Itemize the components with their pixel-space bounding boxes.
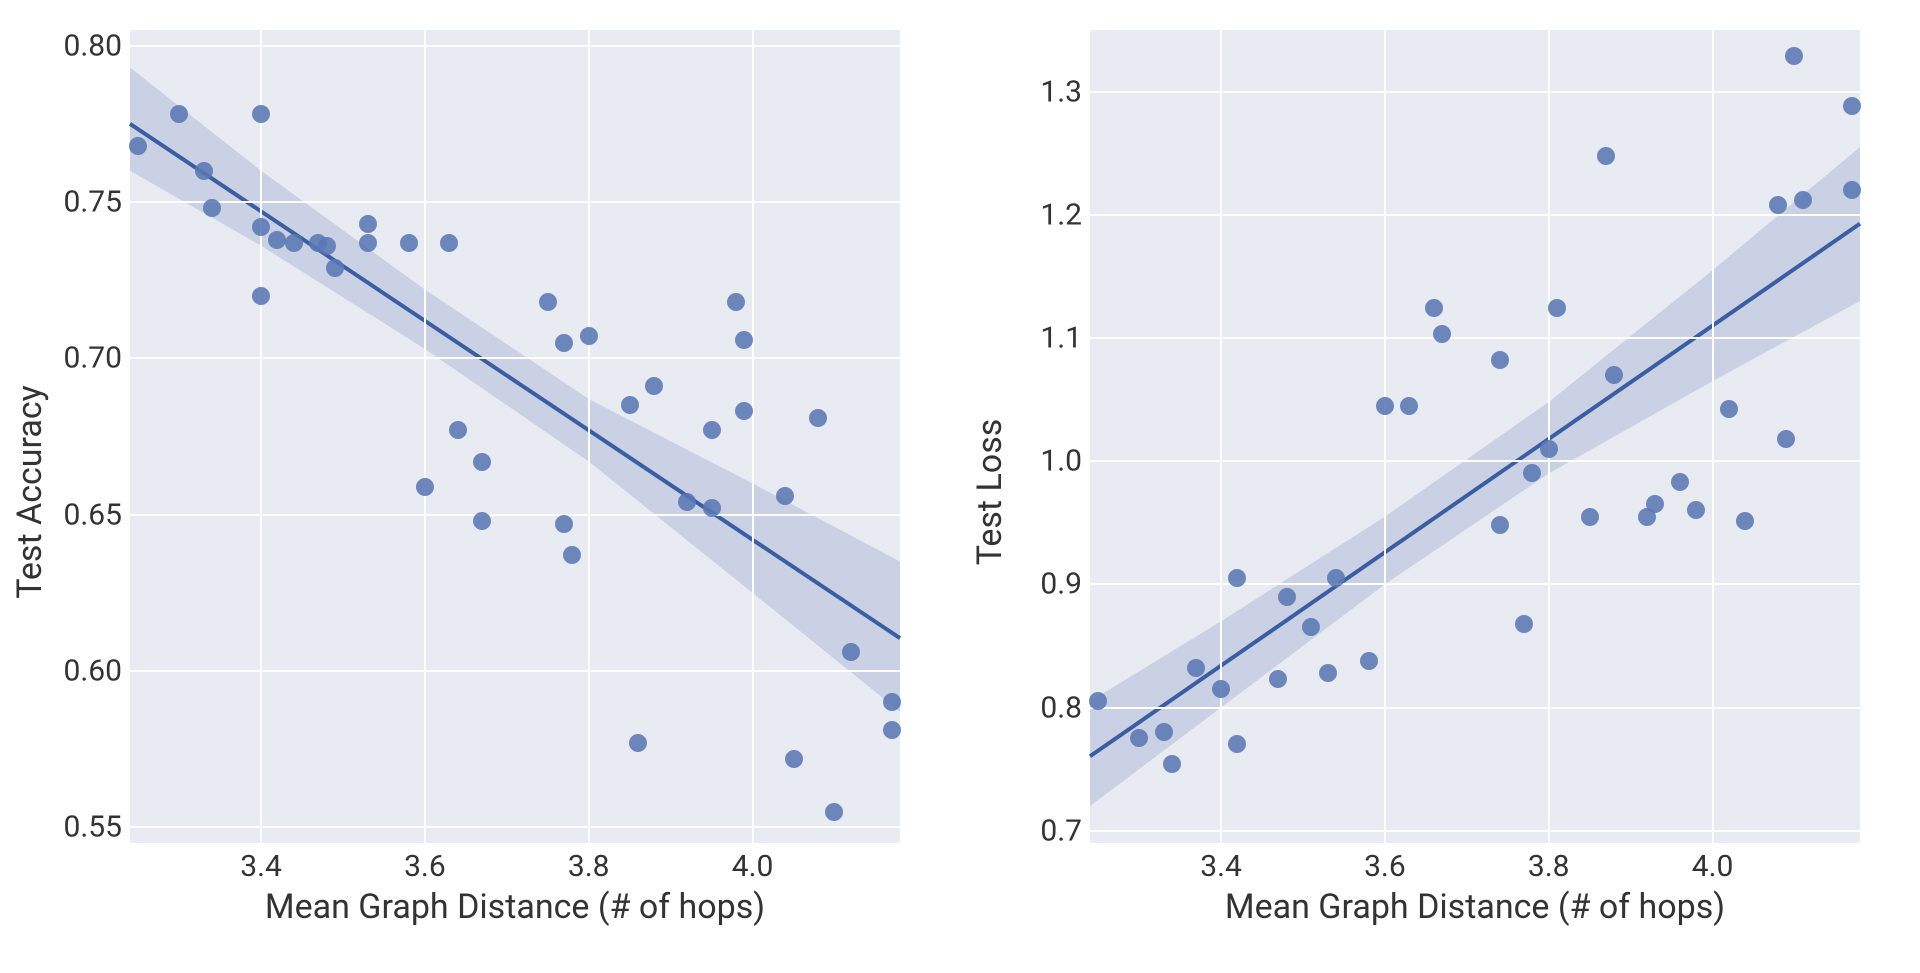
data-point xyxy=(359,215,377,233)
y-tick-label: 0.80 xyxy=(64,28,123,63)
data-point xyxy=(359,234,377,252)
data-point xyxy=(449,421,467,439)
data-point xyxy=(555,334,573,352)
data-point xyxy=(1491,351,1509,369)
plot-row-right: 0.70.80.91.01.11.21.3 xyxy=(980,30,1900,843)
y-tick-label: 0.65 xyxy=(64,497,123,532)
data-point xyxy=(1597,147,1615,165)
data-point xyxy=(1278,588,1296,606)
y-tick-label: 1.1 xyxy=(1040,320,1082,355)
data-point xyxy=(1515,615,1533,633)
data-point xyxy=(1360,652,1378,670)
y-tick-label: 1.3 xyxy=(1040,74,1082,109)
data-point xyxy=(1671,473,1689,491)
data-point xyxy=(252,287,270,305)
data-point xyxy=(883,693,901,711)
x-axis-left: 3.4 3.6 3.8 4.0 Mean Graph Distance (# of h… xyxy=(20,843,940,953)
data-point xyxy=(703,421,721,439)
right-panel: Test Loss 0.70.80.91.01.11.21.3 3.43.63.… xyxy=(980,30,1900,953)
y-tick-label: 0.60 xyxy=(64,654,123,689)
data-point xyxy=(1327,569,1345,587)
data-point xyxy=(285,234,303,252)
regression-overlay-left xyxy=(130,30,900,843)
data-point xyxy=(703,499,721,517)
left-panel: Test Accuracy 0.550.600.650.700.750.80 3… xyxy=(20,30,940,953)
data-point xyxy=(326,259,344,277)
plot-area-left xyxy=(130,30,900,843)
data-point xyxy=(735,331,753,349)
data-point xyxy=(416,478,434,496)
data-point xyxy=(1794,191,1812,209)
data-point xyxy=(629,734,647,752)
x-ticks-left: 3.4 3.6 3.8 4.0 xyxy=(130,843,900,887)
data-point xyxy=(785,750,803,768)
y-tick-label: 0.70 xyxy=(64,341,123,376)
x-axis-right: 3.4 3.6 3.8 4.0 Mean Graph Distance (# of h… xyxy=(980,843,1900,953)
x-tick-label: 3.4 xyxy=(1200,849,1242,884)
figure: Test Accuracy 0.550.600.650.700.750.80 3… xyxy=(0,0,1920,973)
x-ticks-right: 3.4 3.6 3.8 4.0 xyxy=(1090,843,1860,887)
x-tick-label: 3.6 xyxy=(1364,849,1406,884)
data-point xyxy=(809,409,827,427)
y-ticks-right: 0.70.80.91.01.11.21.3 xyxy=(980,30,1090,843)
data-point xyxy=(1212,680,1230,698)
y-ticks-left: 0.55 0.60 0.65 0.70 0.75 0.80 xyxy=(20,30,130,843)
x-tick-label: 3.4 xyxy=(240,849,282,884)
data-point xyxy=(1155,723,1173,741)
y-tick-label: 0.8 xyxy=(1040,690,1082,725)
y-tick-label: 0.55 xyxy=(64,810,123,845)
regression-line xyxy=(1090,224,1860,757)
x-tick-label: 3.8 xyxy=(568,849,610,884)
data-point xyxy=(440,234,458,252)
plot-area-right xyxy=(1090,30,1860,843)
data-point xyxy=(1843,181,1861,199)
data-point xyxy=(195,162,213,180)
data-point xyxy=(1581,508,1599,526)
data-point xyxy=(1319,664,1337,682)
data-point xyxy=(252,218,270,236)
plot-row-left: 0.55 0.60 0.65 0.70 0.75 0.80 xyxy=(20,30,940,843)
data-point xyxy=(1163,755,1181,773)
x-tick-label: 3.6 xyxy=(404,849,446,884)
x-axis-label-left: Mean Graph Distance (# of hops) xyxy=(130,887,900,927)
data-point xyxy=(129,137,147,155)
y-tick-label: 0.75 xyxy=(64,184,123,219)
data-point xyxy=(473,453,491,471)
y-tick-label: 0.7 xyxy=(1040,813,1082,848)
x-tick-label: 4.0 xyxy=(1692,849,1734,884)
data-point xyxy=(842,643,860,661)
x-tick-label: 3.8 xyxy=(1528,849,1570,884)
confidence-band xyxy=(130,68,900,712)
regression-overlay-right xyxy=(1090,30,1860,843)
data-point xyxy=(268,231,286,249)
x-axis-label-right: Mean Graph Distance (# of hops) xyxy=(1090,887,1860,927)
y-tick-label: 1.2 xyxy=(1040,197,1082,232)
data-point xyxy=(539,293,557,311)
y-tick-label: 0.9 xyxy=(1040,567,1082,602)
data-point xyxy=(1769,196,1787,214)
data-point xyxy=(621,396,639,414)
data-point xyxy=(1491,516,1509,534)
data-point xyxy=(318,237,336,255)
data-point xyxy=(1540,440,1558,458)
y-tick-label: 1.0 xyxy=(1040,444,1082,479)
data-point xyxy=(1376,397,1394,415)
data-point xyxy=(400,234,418,252)
x-tick-label: 4.0 xyxy=(732,849,774,884)
